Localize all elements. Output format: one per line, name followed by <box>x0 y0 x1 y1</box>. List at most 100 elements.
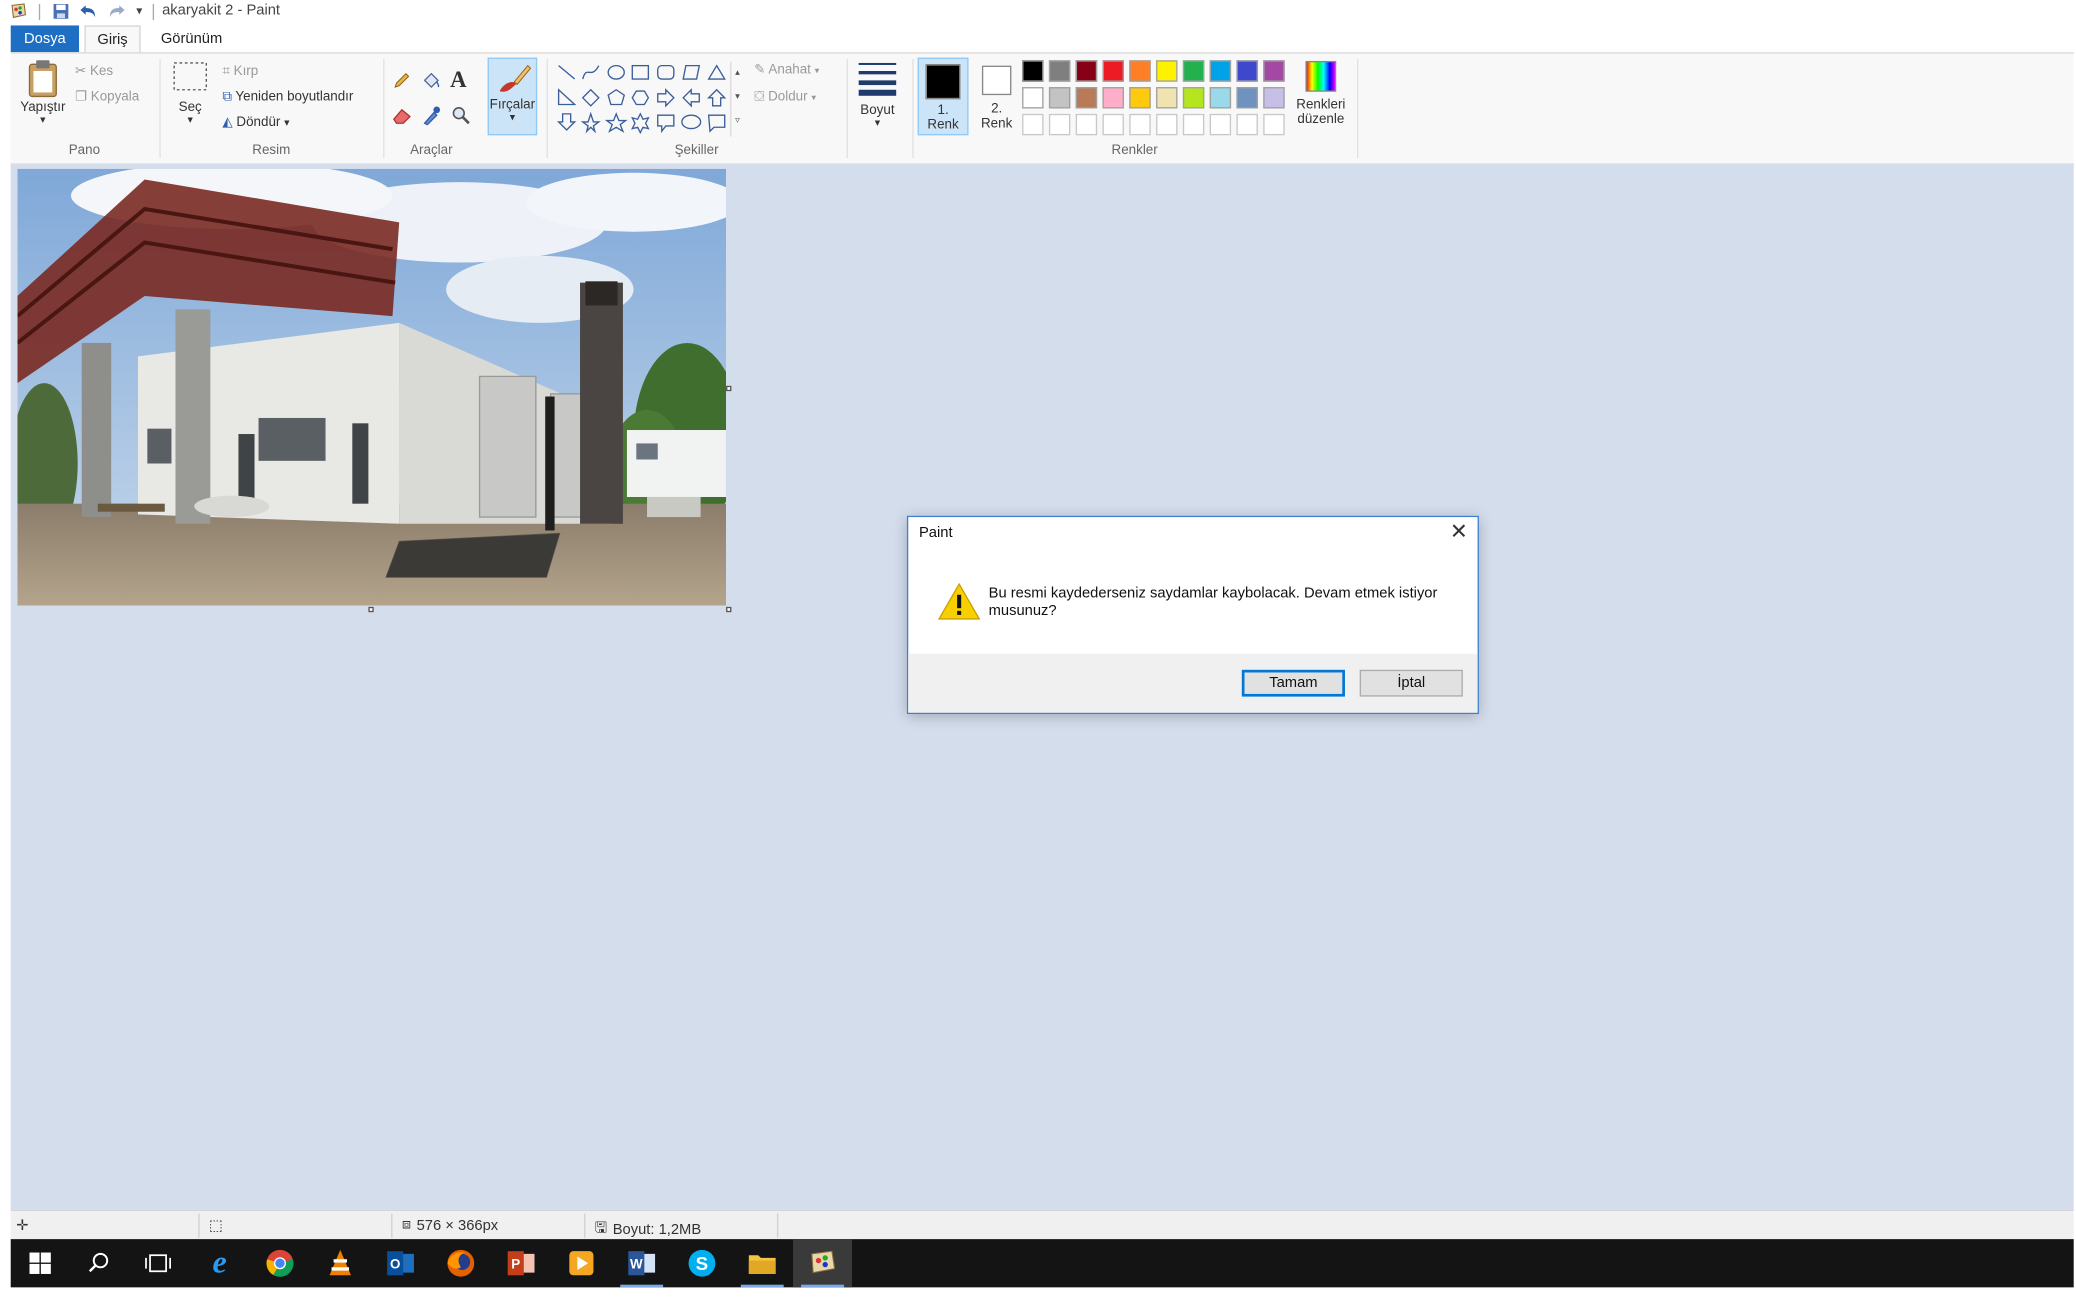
file-explorer-icon[interactable] <box>733 1239 792 1288</box>
svg-text:P: P <box>511 1257 520 1272</box>
brushes-button[interactable]: Fırçalar ▾ <box>487 57 538 136</box>
outlook-icon[interactable]: O <box>371 1239 430 1287</box>
pencil-icon[interactable] <box>391 70 415 94</box>
dialog-footer: Tamam İptal <box>908 653 1478 713</box>
crop-button[interactable]: ⌗ Kırp <box>222 64 258 79</box>
shapes-scroll[interactable]: ▴ ▾ ▿ <box>730 61 743 137</box>
tab-file[interactable]: Dosya <box>10 25 80 53</box>
palette-swatch[interactable] <box>1236 87 1258 109</box>
firefox-icon[interactable] <box>431 1239 490 1287</box>
color-spectrum-icon <box>1305 60 1337 92</box>
palette-swatch[interactable] <box>1075 87 1098 109</box>
color1-button[interactable]: 1. Renk <box>917 57 969 136</box>
palette-swatch[interactable] <box>1102 113 1124 136</box>
palette-swatch[interactable] <box>1075 113 1098 136</box>
dialog-close-icon[interactable]: ✕ <box>1445 521 1472 545</box>
status-bar: ✛ ⬚ ⧈ 576 × 366px 🖫 Boyut: 1,2MB <box>10 1209 2074 1241</box>
color-picker-icon[interactable] <box>421 104 445 128</box>
palette-swatch[interactable] <box>1022 60 1044 82</box>
palette-swatch[interactable] <box>1048 87 1071 109</box>
palette-swatch[interactable] <box>1263 60 1285 82</box>
vlc-icon[interactable] <box>311 1239 370 1287</box>
palette-swatch[interactable] <box>1129 60 1151 82</box>
rotate-icon: ◭ <box>222 115 233 130</box>
eraser-icon[interactable] <box>391 104 415 128</box>
palette-swatch[interactable] <box>1048 113 1071 136</box>
palette-swatch[interactable] <box>1156 87 1178 109</box>
fill-bucket-icon[interactable] <box>421 70 445 94</box>
palette-swatch[interactable] <box>1129 87 1151 109</box>
skype-icon[interactable]: S <box>672 1239 731 1287</box>
palette-swatch[interactable] <box>1182 113 1205 136</box>
shapes-gallery[interactable] <box>555 62 727 137</box>
select-button[interactable]: Seç ▾ <box>166 59 214 137</box>
magnifier-icon[interactable] <box>450 104 474 128</box>
taskbar: e O P W S <box>10 1239 2074 1288</box>
paint-taskbar-icon[interactable] <box>793 1239 852 1288</box>
tab-home[interactable]: Giriş <box>84 25 141 54</box>
undo-icon[interactable] <box>78 1 99 20</box>
palette-swatch[interactable] <box>1048 60 1071 82</box>
group-label-image: Resim <box>252 143 291 159</box>
paste-button[interactable]: Yapıştır ▾ <box>16 59 70 134</box>
tab-view[interactable]: Görünüm <box>145 25 239 52</box>
palette-swatch[interactable] <box>1022 113 1044 136</box>
outline-label: Anahat <box>768 62 811 78</box>
windows-start-icon[interactable] <box>11 1239 70 1287</box>
cancel-button[interactable]: İptal <box>1359 669 1463 697</box>
group-separator <box>846 58 848 159</box>
palette-swatch[interactable] <box>1129 113 1151 136</box>
palette-swatch[interactable] <box>1102 87 1124 109</box>
word-icon[interactable]: W <box>612 1239 671 1288</box>
image-dimensions: ⧈ 576 × 366px <box>402 1216 498 1233</box>
task-view-icon[interactable] <box>129 1239 188 1287</box>
palette-swatch[interactable] <box>1022 87 1044 109</box>
text-tool-icon[interactable]: A <box>450 67 474 94</box>
palette-swatch[interactable] <box>1182 60 1205 82</box>
edit-colors-button[interactable]: Renkleri düzenle <box>1291 59 1350 137</box>
paint-app-icon[interactable] <box>8 1 29 20</box>
resize-handle-corner[interactable] <box>726 606 732 613</box>
color1-swatch <box>925 64 961 100</box>
palette-swatch[interactable] <box>1156 113 1178 136</box>
customize-quick-access-icon[interactable]: ▾ <box>133 1 146 20</box>
ok-button[interactable]: Tamam <box>1241 669 1345 697</box>
rotate-button[interactable]: ◭ Döndür ▾ <box>222 115 289 130</box>
resize-button[interactable]: ⧉ Yeniden boyutlandır <box>222 90 353 105</box>
dialog-message: Bu resmi kaydederseniz saydamlar kaybola… <box>988 585 1438 619</box>
color2-number: 2. <box>991 101 1003 117</box>
redo-icon[interactable] <box>106 1 127 20</box>
palette-swatch[interactable] <box>1182 87 1205 109</box>
search-icon[interactable] <box>70 1239 129 1287</box>
palette-swatch[interactable] <box>1075 60 1098 82</box>
outline-button[interactable]: ✎ Anahat ▾ <box>754 63 819 78</box>
palette-swatch[interactable] <box>1209 60 1232 82</box>
palette-swatch[interactable] <box>1236 113 1258 136</box>
palette-swatch[interactable] <box>1263 113 1285 136</box>
save-icon[interactable] <box>50 1 71 20</box>
fill-button[interactable]: ⛋ Doldur ▾ <box>754 90 816 105</box>
cut-button[interactable]: ✂ Kes <box>75 64 113 79</box>
size-button[interactable]: Boyut ▾ <box>851 59 905 137</box>
resize-label: Yeniden boyutlandır <box>235 89 354 105</box>
media-player-icon[interactable] <box>552 1239 611 1287</box>
chrome-icon[interactable] <box>251 1239 310 1287</box>
palette-swatch[interactable] <box>1156 60 1178 82</box>
powerpoint-icon[interactable]: P <box>492 1239 551 1287</box>
internet-explorer-icon[interactable]: e <box>190 1239 249 1287</box>
rotate-label: Döndür <box>236 115 281 130</box>
palette-swatch[interactable] <box>1209 113 1232 136</box>
svg-text:S: S <box>696 1253 709 1274</box>
palette-swatch[interactable] <box>1236 60 1258 82</box>
resize-handle-right[interactable] <box>726 385 732 392</box>
color2-button[interactable]: 2. Renk <box>974 58 1020 136</box>
palette-swatch[interactable] <box>1102 60 1124 82</box>
image-canvas[interactable] <box>17 168 727 606</box>
cut-label: Kes <box>89 64 114 80</box>
palette-swatch[interactable] <box>1263 87 1285 109</box>
palette-swatch[interactable] <box>1209 87 1232 109</box>
building-photo <box>17 168 727 606</box>
resize-handle-bottom[interactable] <box>368 606 374 613</box>
file-size-text: Boyut: 1,2MB <box>612 1221 702 1238</box>
copy-button[interactable]: ❐ Kopyala <box>75 90 139 105</box>
